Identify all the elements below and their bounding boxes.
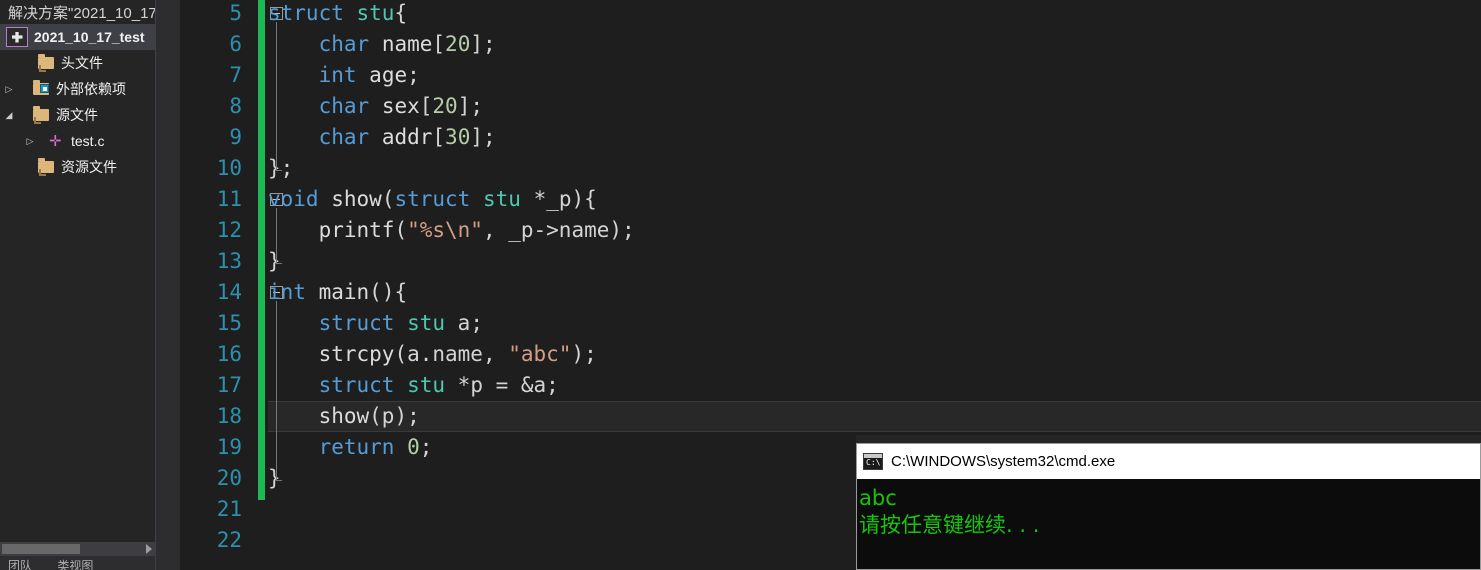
- code-line[interactable]: int main(){: [268, 277, 407, 308]
- c-file-icon: ✛: [49, 133, 62, 150]
- line-number: 9: [229, 125, 242, 149]
- line-number: 14: [216, 280, 242, 304]
- sidebar-item-label: 头文件: [61, 55, 103, 71]
- line-number: 8: [229, 94, 242, 118]
- expander-icon[interactable]: [22, 50, 38, 76]
- project-icon: [6, 27, 28, 47]
- cmd-console-window[interactable]: C:\ C:\WINDOWS\system32\cmd.exe abc 请按任意…: [856, 443, 1481, 570]
- code-line[interactable]: show(p);: [268, 401, 420, 432]
- code-line[interactable]: char sex[20];: [268, 91, 483, 122]
- folder-icon: [38, 158, 56, 176]
- line-number: 10: [216, 156, 242, 180]
- sidebar-item-label: test.c: [71, 133, 105, 149]
- expander-icon[interactable]: [22, 154, 38, 180]
- solution-explorer-panel: 解决方案"2021_10_17 2021_10_17_test 头文件 ▷ 外部…: [0, 0, 155, 570]
- sidebar-item-external-deps[interactable]: ▷ 外部依赖项: [0, 76, 155, 102]
- scroll-right-arrow-icon[interactable]: [146, 544, 152, 554]
- console-title-bar[interactable]: C:\ C:\WINDOWS\system32\cmd.exe: [857, 444, 1480, 479]
- line-number: 13: [216, 249, 242, 273]
- console-shadow-strip: [856, 435, 1481, 443]
- horizontal-scrollbar[interactable]: [0, 542, 155, 556]
- line-number: 6: [229, 32, 242, 56]
- line-number: 19: [216, 435, 242, 459]
- line-number: 11: [216, 187, 242, 211]
- sidebar-item-label: 源文件: [56, 107, 98, 123]
- panel-tab-strip: 团队 类视图: [0, 556, 155, 570]
- line-number: 5: [229, 1, 242, 25]
- sidebar-item-label: 资源文件: [61, 159, 117, 175]
- line-number: 12: [216, 218, 242, 242]
- chevron-right-icon[interactable]: ▷: [1, 76, 17, 102]
- sidebar-item-test-c[interactable]: ▷ ✛ test.c: [0, 128, 155, 154]
- console-title-text: C:\WINDOWS\system32\cmd.exe: [891, 453, 1116, 470]
- code-line[interactable]: struct stu a;: [268, 308, 483, 339]
- indent-guide: [276, 22, 282, 171]
- current-line-highlight: [268, 401, 1481, 432]
- code-line[interactable]: int age;: [268, 60, 420, 91]
- code-line[interactable]: return 0;: [268, 432, 433, 463]
- indent-guide: [276, 208, 282, 264]
- line-number: 17: [216, 373, 242, 397]
- tab-class-view[interactable]: 类视图: [57, 559, 93, 570]
- chevron-right-icon[interactable]: ▷: [22, 128, 38, 154]
- sidebar-item-label: 外部依赖项: [56, 81, 126, 97]
- code-line[interactable]: void show(struct stu *_p){: [268, 184, 597, 215]
- code-line[interactable]: }: [268, 463, 281, 494]
- code-line[interactable]: struct stu{: [268, 0, 407, 29]
- code-line[interactable]: }: [268, 246, 281, 277]
- code-line[interactable]: struct stu *p = &a;: [268, 370, 559, 401]
- solution-root-row[interactable]: 解决方案"2021_10_17: [0, 0, 155, 24]
- sidebar-item-resource-files[interactable]: 资源文件: [0, 154, 155, 180]
- panel-splitter[interactable]: [155, 0, 180, 570]
- line-number: 20: [216, 466, 242, 490]
- solution-root-label: 解决方案"2021_10_17: [8, 4, 155, 22]
- code-line[interactable]: char addr[30];: [268, 122, 496, 153]
- project-node[interactable]: 2021_10_17_test: [0, 24, 155, 50]
- line-number: 7: [229, 63, 242, 87]
- sidebar-item-source-files[interactable]: ◢ 源文件: [0, 102, 155, 128]
- line-number: 16: [216, 342, 242, 366]
- console-line: abc: [859, 486, 897, 510]
- tab-team[interactable]: 团队: [8, 559, 32, 570]
- folder-dep-icon: [33, 80, 51, 98]
- panel-tabs: 团队 类视图: [8, 557, 115, 570]
- code-line[interactable]: char name[20];: [268, 29, 496, 60]
- line-number: 15: [216, 311, 242, 335]
- project-label: 2021_10_17_test: [34, 29, 145, 45]
- cmd-icon: C:\: [863, 453, 883, 470]
- console-line: 请按任意键继续. . .: [859, 513, 1040, 537]
- line-number: 18: [216, 404, 242, 428]
- sidebar-item-headers[interactable]: 头文件: [0, 50, 155, 76]
- folder-icon: [38, 54, 56, 72]
- scrollbar-thumb[interactable]: [2, 544, 80, 554]
- indent-guide: [276, 301, 282, 481]
- code-line[interactable]: strcpy(a.name, "abc");: [268, 339, 597, 370]
- vs-ide-window: 解决方案"2021_10_17 2021_10_17_test 头文件 ▷ 外部…: [0, 0, 1481, 570]
- line-number: 21: [216, 497, 242, 521]
- code-line[interactable]: printf("%s\n", _p->name);: [268, 215, 635, 246]
- folder-icon: [33, 106, 51, 124]
- console-output: abc 请按任意键继续. . .: [857, 479, 1480, 569]
- chevron-down-icon[interactable]: ◢: [1, 102, 17, 128]
- code-line[interactable]: };: [268, 153, 293, 184]
- line-number: 22: [216, 528, 242, 552]
